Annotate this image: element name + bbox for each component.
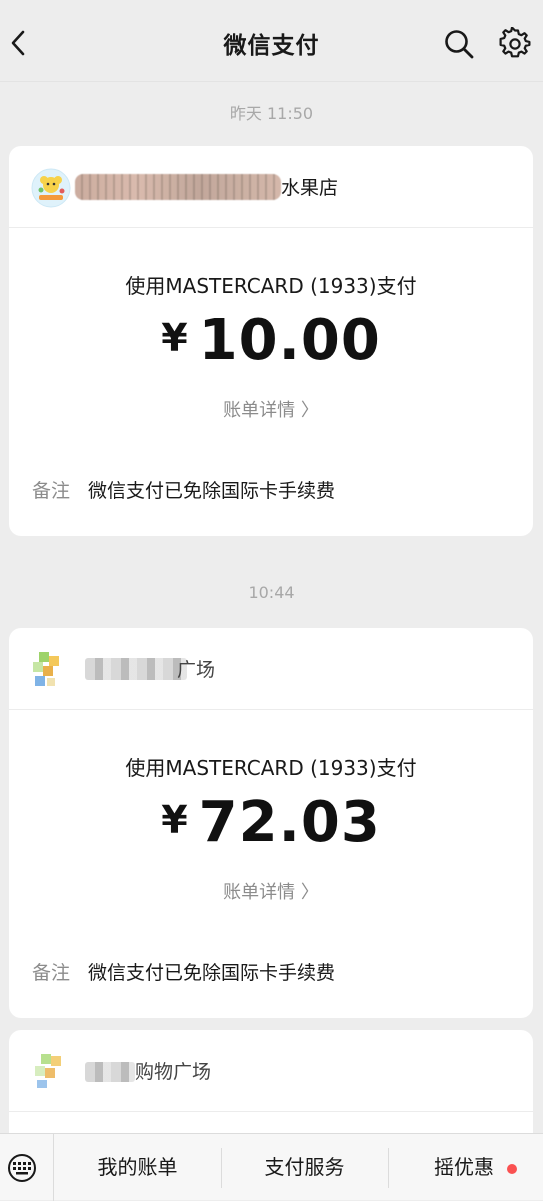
redacted-merchant-name — [85, 658, 187, 680]
currency-symbol: ¥ — [161, 316, 189, 360]
merchant-avatar — [33, 652, 59, 686]
message-time: 昨天 11:50 — [229, 104, 314, 123]
payment-card[interactable]: 水果店 使用MASTERCARD (1933)支付 ¥10.00 账单详情 〉 … — [9, 146, 533, 536]
message-time: 10:44 — [248, 583, 295, 602]
remark-text: 微信支付已免除国际卡手续费 — [88, 962, 336, 984]
redacted-merchant-name — [75, 174, 281, 200]
merchant-avatar — [35, 1054, 61, 1088]
amount-value: 10.00 — [198, 308, 381, 373]
currency-symbol: ¥ — [161, 798, 189, 842]
remark-text: 微信支付已免除国际卡手续费 — [88, 480, 336, 502]
gear-icon[interactable] — [498, 27, 532, 61]
card-header[interactable]: 广场 — [9, 628, 533, 710]
payment-services-menu[interactable]: 支付服务 — [222, 1134, 387, 1201]
merchant-name: 广场 — [177, 659, 216, 681]
payment-method: 使用MASTERCARD (1933)支付 — [125, 274, 417, 298]
keyboard-icon — [8, 1154, 36, 1182]
payment-method: 使用MASTERCARD (1933)支付 — [125, 756, 417, 780]
redacted-merchant-name — [85, 1062, 135, 1082]
notification-dot — [507, 1164, 517, 1174]
merchant-name: 购物广场 — [135, 1061, 212, 1083]
amount-value: 72.03 — [198, 790, 381, 855]
top-bar: 微信支付 — [0, 0, 543, 82]
card-header[interactable]: 水果店 — [9, 146, 533, 228]
search-icon[interactable] — [443, 28, 475, 60]
merchant-name: 水果店 — [281, 177, 339, 199]
remark-label: 备注 — [32, 962, 71, 984]
my-bills-menu[interactable]: 我的账单 — [55, 1134, 220, 1201]
payment-amount: ¥10.00 — [9, 308, 533, 373]
merchant-avatar — [31, 168, 71, 208]
bill-details-link[interactable]: 账单详情 〉 — [9, 396, 533, 422]
payment-amount: ¥72.03 — [9, 790, 533, 855]
keyboard-toggle[interactable] — [0, 1134, 54, 1201]
bill-details-link[interactable]: 账单详情 〉 — [9, 878, 533, 904]
bottom-menu-bar: 我的账单 支付服务 摇优惠 — [0, 1133, 543, 1201]
remark-label: 备注 — [32, 480, 71, 502]
payment-card[interactable]: 购物广场 — [9, 1030, 533, 1150]
card-header[interactable]: 购物广场 — [9, 1030, 533, 1112]
payment-card[interactable]: 广场 使用MASTERCARD (1933)支付 ¥72.03 账单详情 〉 备… — [9, 628, 533, 1018]
